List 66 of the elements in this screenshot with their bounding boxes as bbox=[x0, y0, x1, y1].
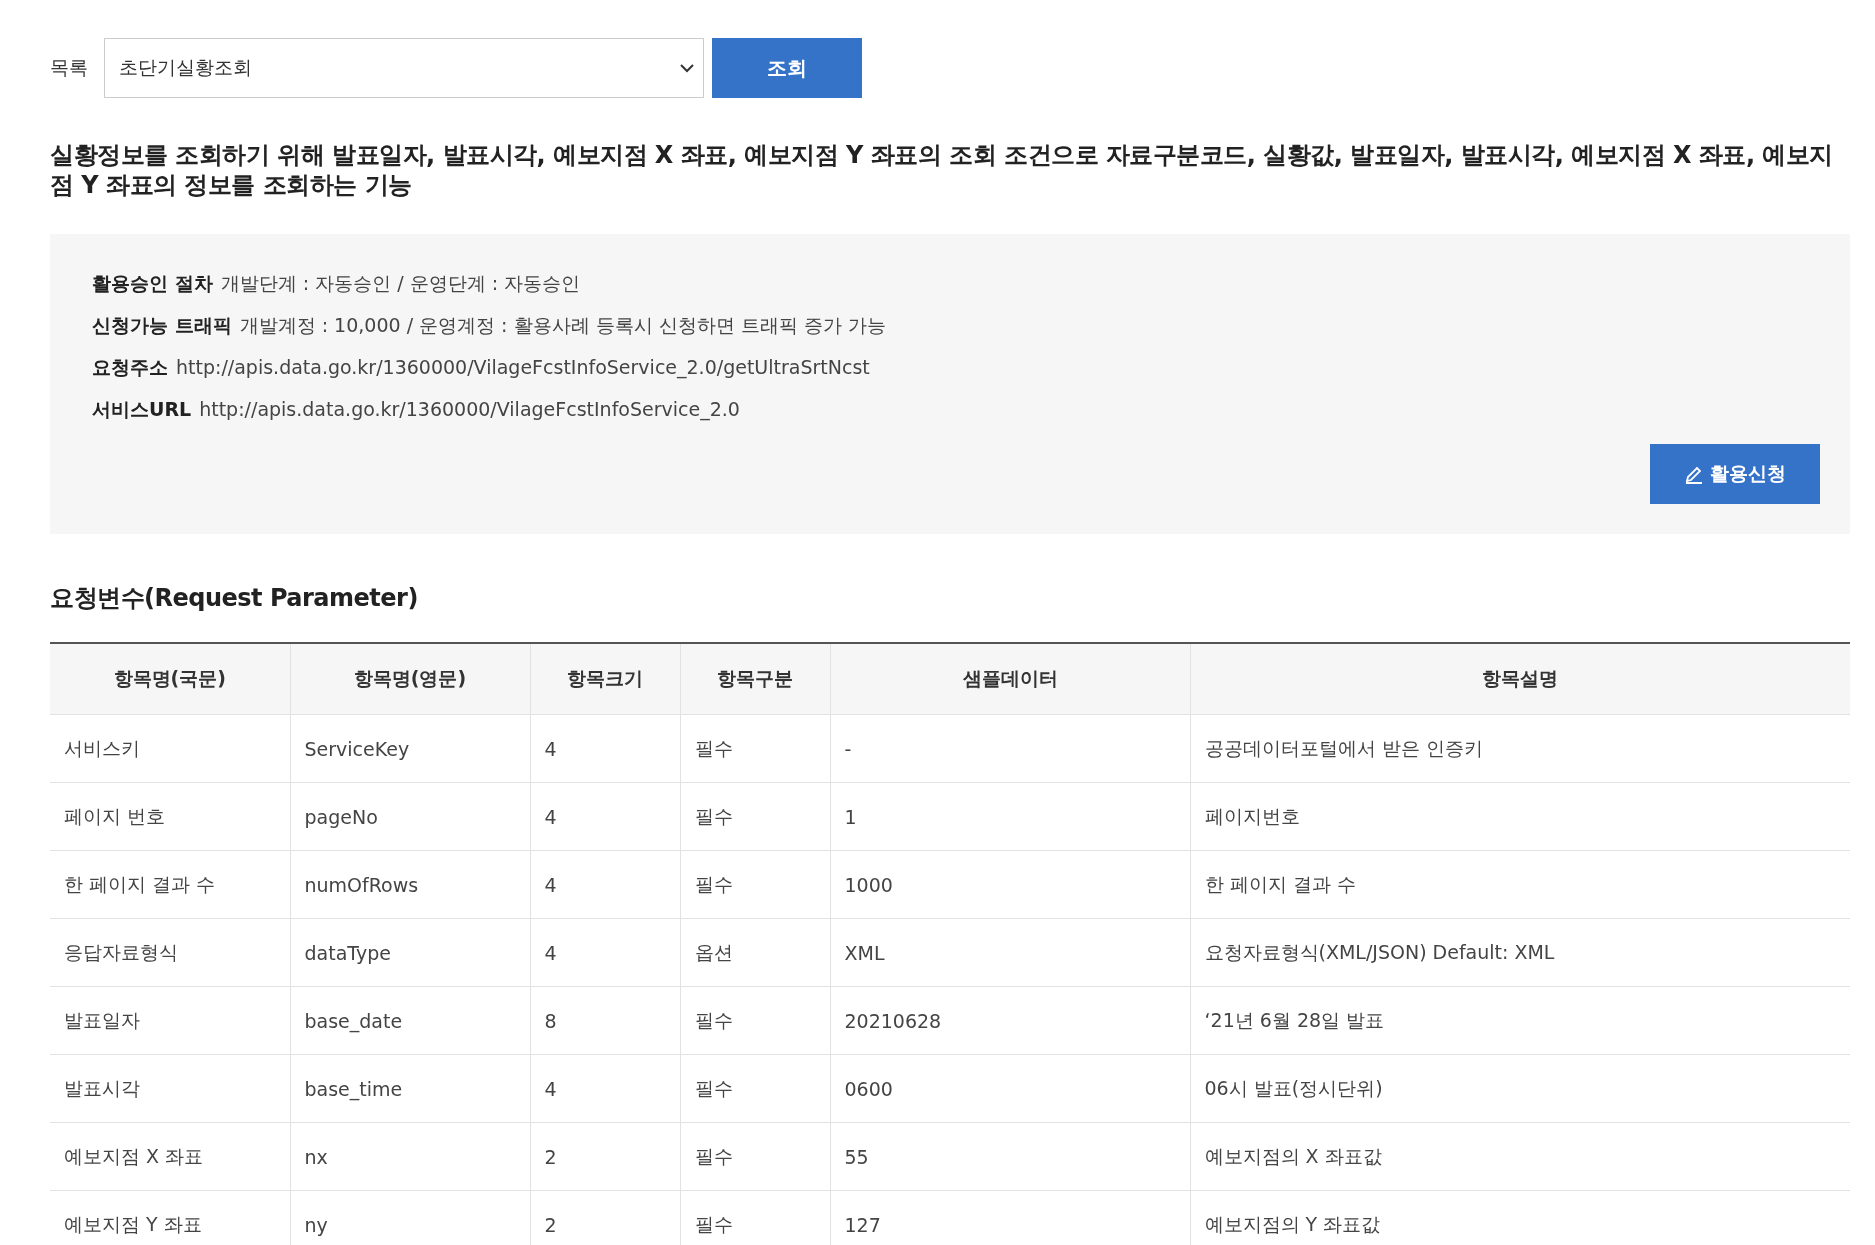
table-cell: 예보지점의 X 좌표값 bbox=[1190, 1122, 1850, 1191]
table-cell: numOfRows bbox=[290, 850, 530, 919]
info-line: 신청가능 트래픽 개발계정 : 10,000 / 운영계정 : 활용사례 등록시 신청하면 트래픽 증가 가능 bbox=[92, 313, 887, 338]
info-line: 요청주소 http://apis.data.go.kr/1360000/VilageFcstInfoService_2.0/getUltraSrtNcst bbox=[92, 355, 871, 381]
search-button[interactable]: 조회 bbox=[712, 38, 862, 98]
table-cell: 공공데이터포털에서 받은 인증키 bbox=[1190, 714, 1850, 783]
table-cell: 페이지번호 bbox=[1190, 782, 1850, 851]
apply-button[interactable]: 활용신청 bbox=[1650, 444, 1820, 504]
table-cell: nx bbox=[290, 1122, 530, 1191]
table-cell: 예보지점 X 좌표 bbox=[50, 1122, 290, 1191]
table-cell: dataType bbox=[290, 918, 530, 987]
column-header: 항목명(영문) bbox=[290, 643, 530, 715]
table-cell: ‘21년 6월 28일 발표 bbox=[1190, 986, 1850, 1055]
table-cell: 필수 bbox=[680, 1122, 830, 1191]
table-cell: 2 bbox=[530, 1190, 680, 1245]
table-cell: 8 bbox=[530, 986, 680, 1055]
table-cell: 필수 bbox=[680, 1054, 830, 1123]
table-cell: 1 bbox=[830, 782, 1190, 851]
column-header: 샘플데이터 bbox=[830, 643, 1190, 715]
table-cell: 4 bbox=[530, 918, 680, 987]
table-cell: 발표일자 bbox=[50, 986, 290, 1055]
table-cell: 페이지 번호 bbox=[50, 782, 290, 851]
table-cell: 예보지점의 Y 좌표값 bbox=[1190, 1190, 1850, 1245]
info-line: 활용승인 절차 개발단계 : 자동승인 / 운영단계 : 자동승인 bbox=[92, 271, 582, 296]
table-cell: XML bbox=[830, 918, 1190, 987]
table-cell: 127 bbox=[830, 1190, 1190, 1245]
table-cell: base_time bbox=[290, 1054, 530, 1123]
column-header: 항목설명 bbox=[1190, 643, 1850, 715]
table-cell: 응답자료형식 bbox=[50, 918, 290, 987]
table-cell: 예보지점 Y 좌표 bbox=[50, 1190, 290, 1245]
pencil-icon bbox=[1684, 464, 1704, 484]
column-header: 항목구분 bbox=[680, 643, 830, 715]
table-cell: 한 페이지 결과 수 bbox=[50, 850, 290, 919]
table-cell: ny bbox=[290, 1190, 530, 1245]
table-cell: 4 bbox=[530, 850, 680, 919]
table-cell: 4 bbox=[530, 782, 680, 851]
list-label: 목록 bbox=[50, 55, 88, 80]
table-cell: 한 페이지 결과 수 bbox=[1190, 850, 1850, 919]
column-header: 항목명(국문) bbox=[50, 643, 290, 715]
table-cell: 서비스키 bbox=[50, 714, 290, 783]
table-cell: 2 bbox=[530, 1122, 680, 1191]
table-cell: 20210628 bbox=[830, 986, 1190, 1055]
table-cell: 발표시각 bbox=[50, 1054, 290, 1123]
section-title: 요청변수(Request Parameter) bbox=[50, 583, 419, 614]
table-cell: 4 bbox=[530, 714, 680, 783]
table-cell: base_date bbox=[290, 986, 530, 1055]
table-cell: 4 bbox=[530, 1054, 680, 1123]
api-select[interactable]: 초단기실황조회 bbox=[104, 38, 704, 98]
table-cell: 필수 bbox=[680, 714, 830, 783]
table-cell: 0600 bbox=[830, 1054, 1190, 1123]
chevron-down-icon bbox=[679, 63, 695, 73]
table-cell: 06시 발표(정시단위) bbox=[1190, 1054, 1850, 1123]
table-cell: - bbox=[830, 714, 1190, 783]
table-cell: 필수 bbox=[680, 850, 830, 919]
column-header: 항목크기 bbox=[530, 643, 680, 715]
table-cell: ServiceKey bbox=[290, 714, 530, 783]
table-cell: 필수 bbox=[680, 1190, 830, 1245]
table-cell: 1000 bbox=[830, 850, 1190, 919]
table-cell: 필수 bbox=[680, 782, 830, 851]
table-cell: 옵션 bbox=[680, 918, 830, 987]
api-description: 실황정보를 조회하기 위해 발표일자, 발표시각, 예보지점 X 좌표, 예보지점 Y 좌표의 조회 조건으로 자료구분코드, 실황값, 발표일자, 발표시각, 예보지점 X 좌표, 예보지점 Y 좌표의 정보를 조회하는 기능 bbox=[50, 140, 1834, 200]
table-cell: 55 bbox=[830, 1122, 1190, 1191]
table-cell: 요청자료형식(XML/JSON) Default: XML bbox=[1190, 918, 1850, 987]
table-cell: pageNo bbox=[290, 782, 530, 851]
table-cell: 필수 bbox=[680, 986, 830, 1055]
info-line: 서비스URL http://apis.data.go.kr/1360000/VilageFcstInfoService_2.0 bbox=[92, 397, 741, 423]
